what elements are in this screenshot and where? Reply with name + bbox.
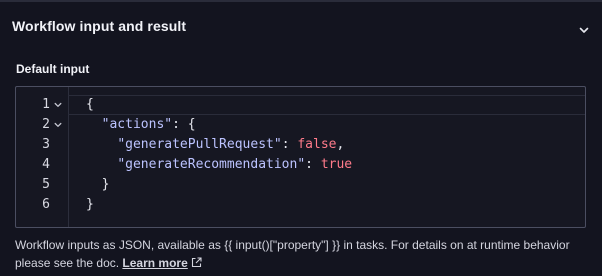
- default-input-label: Default input: [16, 62, 90, 76]
- code-text: }: [101, 177, 110, 192]
- line-number: 1: [42, 97, 50, 112]
- section-title[interactable]: Workflow input and result: [12, 18, 186, 38]
- line-number: 6: [42, 197, 50, 212]
- help-text: Workflow inputs as JSON, available as {{…: [15, 236, 590, 272]
- line-number: 2: [42, 117, 50, 132]
- line-number: 4: [42, 157, 50, 172]
- code-line[interactable]: 5 }: [16, 175, 585, 195]
- chevron-down-icon[interactable]: [578, 24, 590, 36]
- json-code-editor[interactable]: 1 { 2 "actions": { 3 "generatePullReques…: [15, 86, 586, 228]
- code-text: "generateRecommendation": true: [117, 157, 353, 172]
- code-line[interactable]: 1 {: [16, 95, 585, 115]
- external-link-icon[interactable]: [191, 257, 202, 268]
- code-text: "generatePullRequest": false,: [117, 137, 345, 152]
- learn-more-link[interactable]: Learn more: [122, 256, 187, 270]
- code-line[interactable]: 6 }: [16, 195, 585, 215]
- help-description: Workflow inputs as JSON, available as {{…: [15, 238, 570, 270]
- code-text: }: [86, 197, 94, 212]
- code-line[interactable]: 4 "generateRecommendation": true: [16, 155, 585, 175]
- line-number: 5: [42, 177, 50, 192]
- code-text: "actions": {: [101, 117, 196, 132]
- workflow-input-panel: Workflow input and result Default input …: [0, 2, 602, 276]
- code-line[interactable]: 2 "actions": {: [16, 115, 585, 135]
- code-line[interactable]: 3 "generatePullRequest": false,: [16, 135, 585, 155]
- line-number: 3: [42, 137, 50, 152]
- code-text: {: [86, 97, 94, 112]
- fold-chevron-icon[interactable]: [54, 95, 64, 115]
- fold-chevron-icon[interactable]: [54, 115, 64, 135]
